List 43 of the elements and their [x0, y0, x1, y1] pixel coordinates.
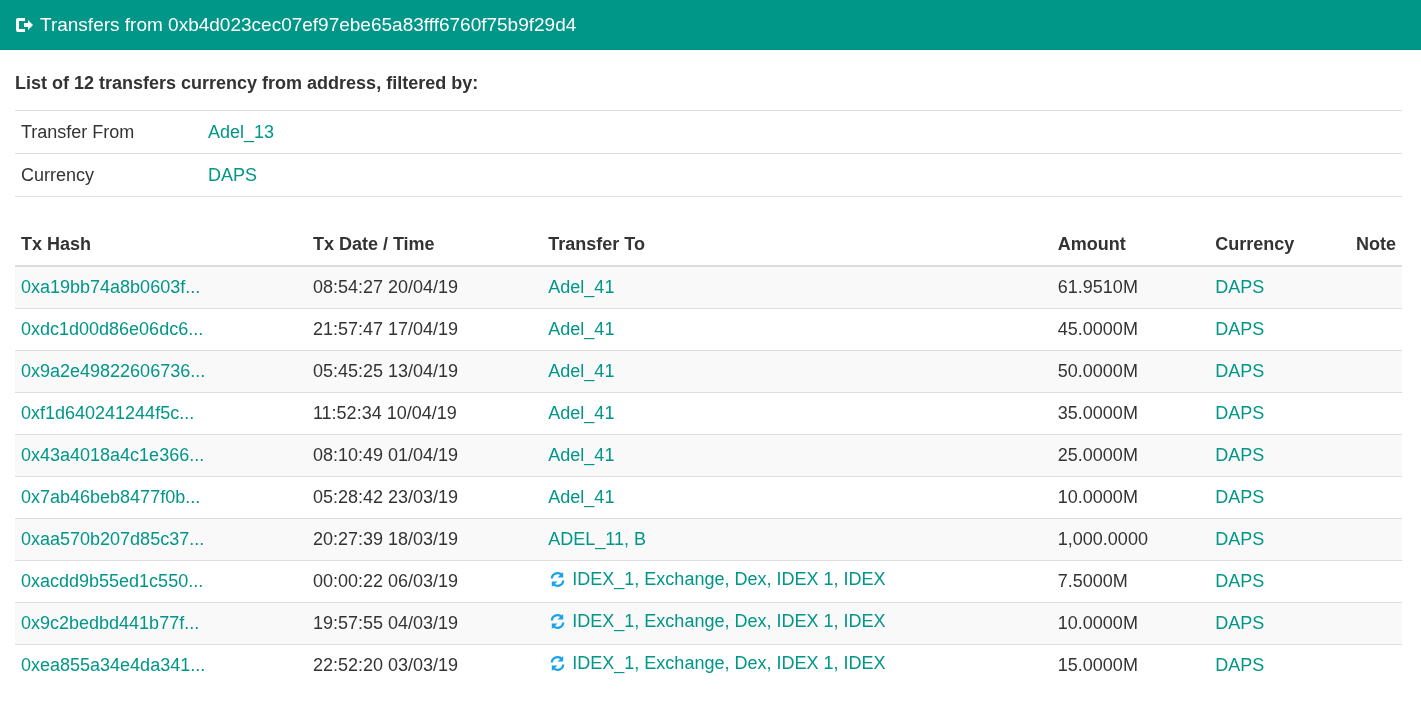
- recipient-link[interactable]: Adel_41: [548, 361, 615, 382]
- currency-link[interactable]: DAPS: [1215, 487, 1265, 507]
- currency-link[interactable]: DAPS: [1215, 361, 1265, 381]
- filter-value-link[interactable]: Adel_13: [208, 121, 275, 143]
- currency-link[interactable]: DAPS: [1215, 529, 1265, 549]
- amount-cell: 1,000.0000: [1051, 518, 1210, 561]
- date-time-cell: 20:27:39 18/03/19: [306, 518, 543, 561]
- tx-hash-link[interactable]: 0x7ab46beb8477f0b...: [21, 487, 201, 507]
- filter-label: Currency: [21, 164, 96, 186]
- date-time-cell: 19:57:55 04/03/19: [306, 602, 543, 645]
- amount-cell: 61.9510M: [1051, 266, 1210, 309]
- recipient-link[interactable]: IDEX_1, Exchange, Dex, IDEX 1, IDEX: [572, 569, 886, 590]
- recipient-link[interactable]: Adel_41: [548, 277, 615, 298]
- tx-hash-link[interactable]: 0xea855a34e4da341...: [21, 655, 206, 675]
- recipient-link[interactable]: Adel_41: [548, 403, 615, 424]
- currency-link[interactable]: DAPS: [1215, 613, 1265, 633]
- tx-hash-link[interactable]: 0xf1d640241244f5c...: [21, 403, 195, 423]
- currency-link[interactable]: DAPS: [1215, 277, 1265, 297]
- tx-hash-link[interactable]: 0xdc1d00d86e06dc6...: [21, 319, 204, 339]
- date-time-cell: 22:52:20 03/03/19: [306, 644, 543, 686]
- currency-link[interactable]: DAPS: [1215, 571, 1265, 591]
- recipient-link[interactable]: Adel_41: [548, 445, 615, 466]
- currency-link[interactable]: DAPS: [1215, 655, 1265, 675]
- page-title: Transfers from 0xb4d023cec07ef97ebe65a83fff6760f75b9f29d4: [40, 14, 577, 36]
- currency-link[interactable]: DAPS: [1215, 319, 1265, 339]
- recipient-link[interactable]: ADEL_11, B: [548, 529, 647, 550]
- summary-heading: List of 12 transfers currency from address, filtered by:: [15, 50, 1402, 111]
- amount-cell: 25.0000M: [1051, 434, 1210, 477]
- sign-out-icon: [14, 15, 34, 35]
- amount-cell: 50.0000M: [1051, 350, 1210, 393]
- filter-value-link[interactable]: DAPS: [208, 164, 258, 186]
- date-time-cell: 05:45:25 13/04/19: [306, 350, 543, 393]
- amount-cell: 10.0000M: [1051, 602, 1210, 645]
- filter-label: Transfer From: [21, 121, 136, 143]
- date-time-cell: 08:10:49 01/04/19: [306, 434, 543, 477]
- recipient-link[interactable]: Adel_41: [548, 319, 615, 340]
- recipient-link[interactable]: Adel_41: [548, 487, 615, 508]
- currency-link[interactable]: DAPS: [1215, 403, 1265, 423]
- tx-hash-link[interactable]: 0xacdd9b55ed1c550...: [21, 571, 204, 591]
- recipient-link[interactable]: IDEX_1, Exchange, Dex, IDEX 1, IDEX: [572, 653, 886, 674]
- currency-link[interactable]: DAPS: [1215, 445, 1265, 465]
- date-time-cell: 08:54:27 20/04/19: [306, 266, 543, 309]
- amount-cell: 15.0000M: [1051, 644, 1210, 686]
